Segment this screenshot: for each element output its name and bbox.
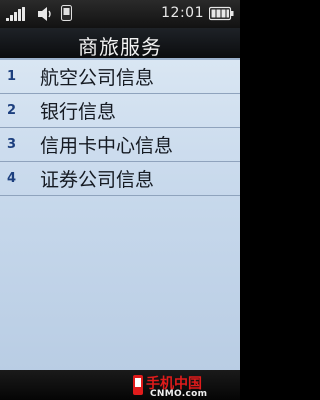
signal-bars-icon bbox=[6, 7, 28, 21]
menu-item-airline-info[interactable]: 1 航空公司信息 bbox=[0, 60, 240, 94]
clock: 12:01 bbox=[161, 5, 204, 21]
menu-list: 1 航空公司信息 2 银行信息 3 信用卡中心信息 4 证券公司信息 bbox=[0, 58, 240, 372]
menu-item-credit-card-center-info[interactable]: 3 信用卡中心信息 bbox=[0, 128, 240, 162]
speaker-icon bbox=[38, 7, 51, 21]
menu-item-label: 证券公司信息 bbox=[40, 169, 155, 191]
menu-item-bank-info[interactable]: 2 银行信息 bbox=[0, 94, 240, 128]
phone-logo-icon bbox=[133, 375, 143, 395]
title-bar: 商旅服务 bbox=[0, 28, 240, 59]
menu-item-label: 信用卡中心信息 bbox=[40, 135, 174, 157]
menu-item-number: 1 bbox=[7, 69, 17, 84]
menu-item-securities-company-info[interactable]: 4 证券公司信息 bbox=[0, 162, 240, 196]
menu-item-number: 3 bbox=[7, 137, 17, 152]
menu-item-label: 银行信息 bbox=[40, 101, 117, 123]
menu-item-number: 2 bbox=[7, 103, 17, 118]
status-bar: 12:01 bbox=[0, 0, 240, 28]
page-title: 商旅服务 bbox=[78, 35, 162, 59]
memory-card-icon bbox=[61, 5, 72, 21]
watermark-en: CNMO.com bbox=[150, 389, 208, 399]
menu-item-number: 4 bbox=[7, 171, 17, 186]
soft-key-bar: 手机中国 CNMO.com bbox=[0, 370, 240, 400]
menu-item-label: 航空公司信息 bbox=[40, 67, 155, 89]
battery-icon bbox=[209, 6, 234, 21]
